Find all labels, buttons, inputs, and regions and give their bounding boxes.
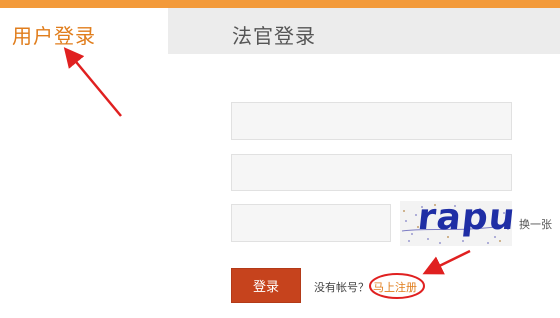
top-bar	[0, 0, 560, 8]
annotation-arrow-user-login	[63, 47, 122, 117]
tab-judge-login-label: 法官登录	[232, 24, 316, 48]
tab-user-login[interactable]: 用户登录	[0, 8, 168, 54]
annotation-arrow-register	[422, 249, 471, 275]
refresh-captcha-link[interactable]: 换一张	[519, 216, 552, 232]
tab-user-login-label: 用户登录	[12, 24, 96, 48]
login-button[interactable]: 登录	[231, 268, 301, 303]
captcha-text: rapu	[415, 197, 518, 238]
password-input[interactable]	[231, 154, 512, 191]
username-input[interactable]	[231, 102, 512, 140]
tab-judge-login[interactable]: 法官登录	[168, 8, 560, 54]
captcha-image[interactable]: rapu	[400, 197, 518, 246]
register-link[interactable]: 马上注册	[373, 279, 417, 295]
captcha-input[interactable]	[231, 204, 391, 242]
no-account-text: 没有帐号？	[314, 281, 369, 294]
